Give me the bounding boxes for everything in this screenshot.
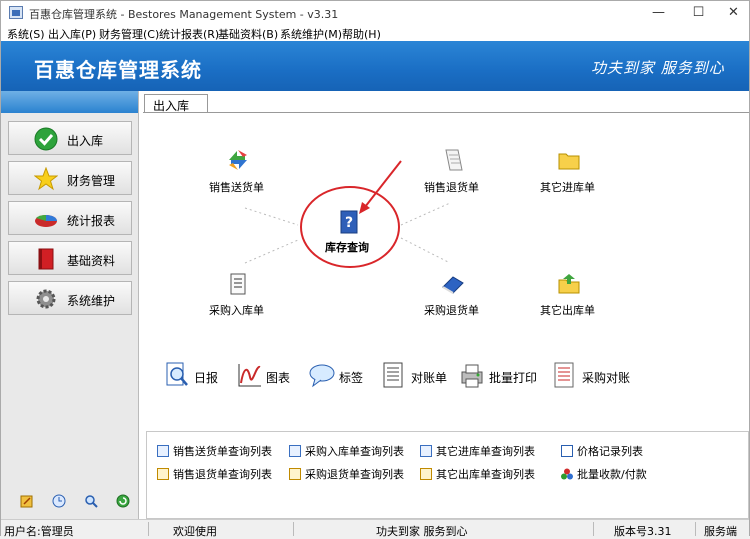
search-icon[interactable] xyxy=(84,494,98,508)
nav-label: 系统维护 xyxy=(67,294,116,308)
list-window-icon xyxy=(157,468,169,480)
highlight-arrow xyxy=(364,160,402,208)
colored-dots-icon xyxy=(561,468,573,480)
list-item[interactable]: 批量收款/付款 xyxy=(561,466,647,482)
status-welcome: 欢迎使用 xyxy=(173,525,217,538)
menu-help[interactable]: 帮助(H) xyxy=(342,26,381,42)
list-window-icon xyxy=(157,445,169,457)
status-user: 用户名:管理员 xyxy=(4,525,74,538)
flow-label: 其它出库单 xyxy=(540,304,595,317)
status-separator xyxy=(593,522,594,536)
app-icon xyxy=(9,6,23,19)
list-item[interactable]: 其它进库单查询列表 xyxy=(420,443,535,459)
flow-label: 其它进库单 xyxy=(540,181,595,194)
tool-label: 批量打印 xyxy=(489,371,538,385)
minimize-button[interactable]: — xyxy=(636,1,681,25)
close-button[interactable]: ✕ xyxy=(711,1,750,25)
status-separator xyxy=(148,522,149,536)
nav-reports-button[interactable]: 统计报表 xyxy=(8,201,132,235)
menu-basic-data[interactable]: 基础资料(B) xyxy=(218,26,278,42)
tool-label: 采购对账 xyxy=(582,371,631,385)
list-item[interactable]: 价格记录列表 xyxy=(561,443,643,459)
status-separator xyxy=(293,522,294,536)
flow-label: 采购入库单 xyxy=(209,304,264,317)
tool-label: 标签 xyxy=(339,371,364,385)
recycle-arrows-icon xyxy=(229,150,247,170)
book-icon xyxy=(38,248,54,270)
left-panel-header xyxy=(1,91,138,113)
menu-stock-io[interactable]: 出入库(P) xyxy=(48,26,96,42)
status-separator xyxy=(695,522,696,536)
gear-icon xyxy=(36,289,56,309)
menu-finance[interactable]: 财务管理(C) xyxy=(99,26,159,42)
app-window: 百惠仓库管理系统 - Bestores Management System - … xyxy=(0,0,750,538)
ledger-icon xyxy=(383,362,403,388)
status-server: 服务端 xyxy=(704,525,737,538)
pie-chart-icon xyxy=(35,214,57,227)
nav-stock-io-button[interactable]: 出入库 xyxy=(8,121,132,155)
banner-title: 百惠仓库管理系统 xyxy=(34,58,202,82)
menu-maintenance[interactable]: 系统维护(M) xyxy=(280,26,342,42)
header-banner: 百惠仓库管理系统 功夫到家 服务到心 xyxy=(1,41,749,91)
list-item[interactable]: 销售送货单查询列表 xyxy=(157,443,272,459)
magnifier-report-icon xyxy=(166,362,188,386)
green-checkmark-icon xyxy=(34,127,58,151)
paper-scroll-icon xyxy=(230,273,246,295)
nav-finance-button[interactable]: 财务管理 xyxy=(8,161,132,195)
list-item[interactable]: 其它出库单查询列表 xyxy=(420,466,535,482)
flow-label: 销售退货单 xyxy=(424,181,479,194)
tool-label: 图表 xyxy=(266,371,291,385)
line-chart-icon xyxy=(238,364,261,387)
list-window-icon xyxy=(289,468,301,480)
list-document-icon xyxy=(554,362,574,388)
printer-icon xyxy=(461,364,483,388)
eraser-icon xyxy=(442,276,464,294)
nav-maintenance-button[interactable]: 系统维护 xyxy=(8,281,132,315)
clock-icon[interactable] xyxy=(52,494,66,508)
folder-icon xyxy=(558,153,580,170)
edit-icon[interactable] xyxy=(20,494,34,508)
menu-reports[interactable]: 统计报表(R) xyxy=(159,26,219,42)
scroll-document-icon xyxy=(445,149,463,171)
flow-label: 采购退货单 xyxy=(424,304,479,317)
list-window-icon xyxy=(420,468,432,480)
flow-label: 销售送货单 xyxy=(209,181,264,194)
title-bar: 百惠仓库管理系统 - Bestores Management System - … xyxy=(1,1,749,25)
flow-label: 库存查询 xyxy=(325,241,369,254)
tool-label: 日报 xyxy=(194,371,219,385)
svg-text:?: ? xyxy=(345,215,353,231)
refresh-icon[interactable] xyxy=(116,494,130,508)
nav-label: 财务管理 xyxy=(67,174,116,188)
tab-stock-io[interactable]: 出入库 xyxy=(144,94,208,113)
menu-bar: 系统(S) 出入库(P) 财务管理(C) 统计报表(R) 基础资料(B) 系统维… xyxy=(1,25,749,41)
nav-label: 基础资料 xyxy=(67,254,116,268)
folder-out-icon xyxy=(558,274,580,294)
list-item[interactable]: 采购入库单查询列表 xyxy=(289,443,404,459)
tool-label: 对账单 xyxy=(411,371,448,385)
banner-slogan: 功夫到家 服务到心 xyxy=(591,59,725,77)
speech-bubble-icon xyxy=(309,364,335,388)
price-edit-icon xyxy=(561,445,573,457)
window-title: 百惠仓库管理系统 - Bestores Management System - … xyxy=(29,8,339,21)
list-window-icon xyxy=(289,445,301,457)
menu-system[interactable]: 系统(S) xyxy=(7,26,45,42)
left-nav-panel: 出入库 财务管理 统计报表 基础资料 系统维护 xyxy=(1,91,139,519)
status-bar: 用户名:管理员 欢迎使用 功夫到家 服务到心 版本号3.31 服务端 xyxy=(1,519,749,538)
star-icon xyxy=(34,167,58,191)
query-list-panel: 销售送货单查询列表 采购入库单查询列表 其它进库单查询列表 价格记录列表 销售退… xyxy=(146,431,749,519)
status-version: 版本号3.31 xyxy=(614,525,672,538)
nav-label: 统计报表 xyxy=(67,214,116,228)
nav-basic-data-button[interactable]: 基础资料 xyxy=(8,241,132,275)
help-book-icon: ? xyxy=(340,210,358,234)
list-item[interactable]: 销售退货单查询列表 xyxy=(157,466,272,482)
status-slogan: 功夫到家 服务到心 xyxy=(376,525,468,538)
list-item[interactable]: 采购退货单查询列表 xyxy=(289,466,404,482)
list-window-icon xyxy=(420,445,432,457)
nav-label: 出入库 xyxy=(67,134,104,148)
